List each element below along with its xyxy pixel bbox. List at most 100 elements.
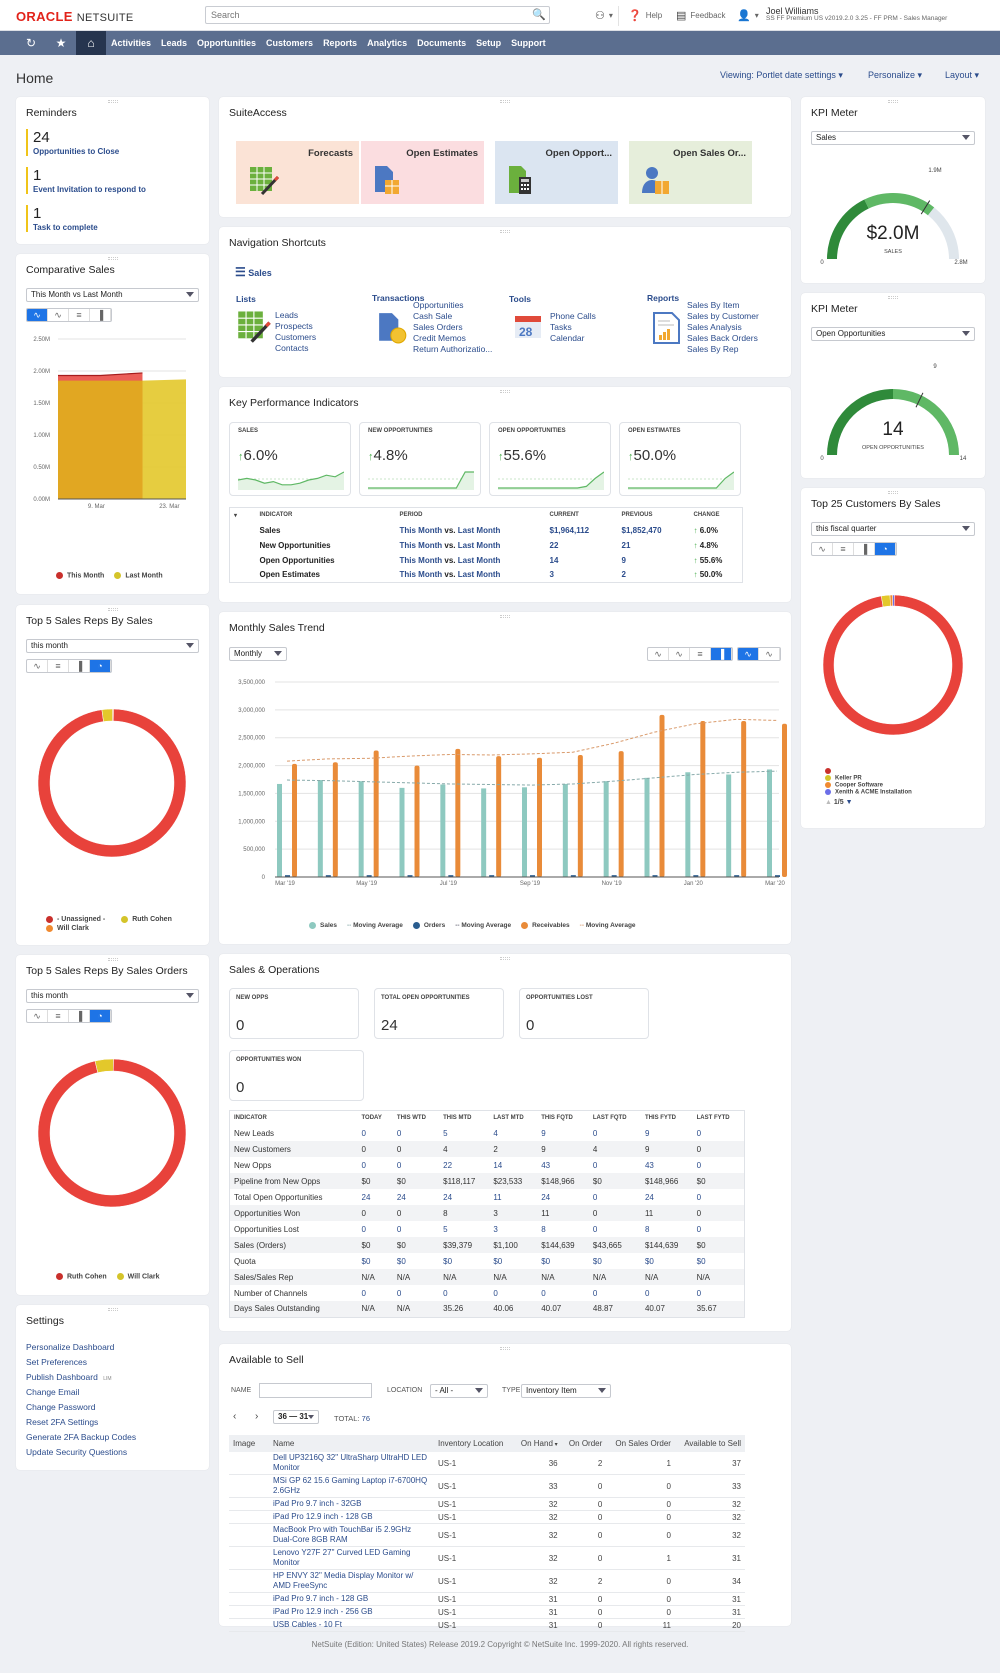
- legend-prev-icon[interactable]: ▲: [825, 799, 832, 806]
- reminder-item[interactable]: 1 Task to complete: [26, 205, 98, 232]
- value-link[interactable]: 0: [693, 1189, 745, 1205]
- line-chart-icon[interactable]: ∿: [48, 309, 69, 321]
- drag-handle[interactable]: [107, 958, 118, 961]
- legend-item[interactable]: Cooper Software: [825, 782, 912, 789]
- shortcut-sales-analysis-link[interactable]: Sales Analysis: [687, 322, 759, 333]
- drag-handle[interactable]: [500, 230, 510, 233]
- drag-handle[interactable]: [500, 1347, 510, 1350]
- previous-value-link[interactable]: 2: [618, 568, 690, 583]
- value-link[interactable]: 0: [358, 1285, 393, 1301]
- legend-item[interactable]: -- Moving Average: [580, 922, 636, 929]
- location-filter-select[interactable]: - All -: [430, 1384, 488, 1398]
- shortcut-section-sales[interactable]: ☰ Sales: [235, 265, 272, 279]
- value-link[interactable]: 8: [537, 1221, 589, 1237]
- favorites-star-icon[interactable]: ★: [46, 31, 76, 55]
- trendline-off-icon[interactable]: ∿: [759, 648, 780, 660]
- value-link[interactable]: 0: [393, 1221, 439, 1237]
- top5-orders-period-select[interactable]: this month: [26, 989, 199, 1003]
- horizontal-bar-chart-icon[interactable]: ≡: [48, 660, 69, 672]
- legend-item[interactable]: Orders: [412, 922, 445, 929]
- period-b-link[interactable]: Last Month: [458, 556, 501, 565]
- shortcut-contacts-link[interactable]: Contacts: [275, 343, 316, 354]
- area-chart-icon[interactable]: ∿: [27, 309, 48, 321]
- value-link[interactable]: 11: [489, 1189, 537, 1205]
- layout-menu[interactable]: Layout ▾: [945, 70, 979, 81]
- value-link[interactable]: $0: [393, 1253, 439, 1269]
- previous-value-link[interactable]: 9: [618, 553, 690, 568]
- line-chart-icon[interactable]: ∿: [669, 648, 690, 660]
- current-value-link[interactable]: 22: [546, 538, 618, 553]
- pie-chart-icon[interactable]: ◔: [875, 543, 896, 555]
- item-name-link[interactable]: MSi GP 62 15.6 Gaming Laptop i7-6700HQ 2…: [269, 1474, 434, 1498]
- line-chart-icon[interactable]: ∿: [27, 660, 48, 672]
- value-link[interactable]: 0: [693, 1221, 745, 1237]
- horizontal-bar-chart-icon[interactable]: ≡: [48, 1010, 69, 1022]
- nav-opportunities[interactable]: Opportunities: [192, 31, 261, 55]
- value-link[interactable]: $0: [589, 1253, 641, 1269]
- column-chart-icon[interactable]: ▐: [69, 660, 90, 672]
- value-link[interactable]: 43: [641, 1157, 693, 1173]
- so-box-new-opps[interactable]: NEW OPPS 0: [229, 988, 359, 1039]
- home-icon[interactable]: ⌂: [76, 31, 106, 55]
- suiteaccess-tile-forecasts[interactable]: Forecasts: [236, 141, 359, 204]
- value-link[interactable]: 0: [439, 1285, 489, 1301]
- drag-handle[interactable]: [107, 100, 118, 103]
- value-link[interactable]: 24: [537, 1189, 589, 1205]
- column-chart-icon[interactable]: ▐: [69, 1010, 90, 1022]
- monthly-trend-period-select[interactable]: Monthly: [229, 647, 287, 661]
- period-a-link[interactable]: This Month: [400, 541, 443, 550]
- item-name-link[interactable]: USB Cables - 10 Ft: [269, 1618, 434, 1632]
- set-preferences-link[interactable]: Set Preferences: [26, 1357, 87, 1367]
- smooth-trendline-icon[interactable]: ∿: [738, 648, 759, 660]
- nav-support[interactable]: Support: [506, 31, 551, 55]
- value-link[interactable]: $0: [489, 1253, 537, 1269]
- current-value-link[interactable]: 3: [546, 568, 618, 583]
- item-name-link[interactable]: iPad Pro 12.9 inch - 256 GB: [269, 1605, 434, 1619]
- horizontal-bar-chart-icon[interactable]: ≡: [69, 309, 90, 321]
- value-link[interactable]: 0: [537, 1285, 589, 1301]
- page-range-select[interactable]: 36 — 31: [273, 1410, 319, 1424]
- period-a-link[interactable]: This Month: [400, 570, 443, 579]
- legend-item[interactable]: - Unassigned -: [46, 915, 105, 923]
- value-link[interactable]: 0: [589, 1189, 641, 1205]
- value-link[interactable]: 0: [393, 1285, 439, 1301]
- nav-customers[interactable]: Customers: [261, 31, 318, 55]
- value-link[interactable]: $0: [358, 1253, 393, 1269]
- legend-next-icon[interactable]: ▼: [846, 799, 853, 806]
- global-search-input[interactable]: [205, 6, 550, 24]
- personalize-dashboard-link[interactable]: Personalize Dashboard: [26, 1342, 114, 1352]
- value-link[interactable]: 0: [693, 1157, 745, 1173]
- period-b-link[interactable]: Last Month: [458, 541, 501, 550]
- type-filter-select[interactable]: Inventory Item: [521, 1384, 611, 1398]
- column-chart-icon[interactable]: ▐: [854, 543, 875, 555]
- value-link[interactable]: $0: [537, 1253, 589, 1269]
- user-menu-button[interactable]: 👤 ▾: [737, 9, 759, 22]
- drag-handle[interactable]: [888, 296, 898, 299]
- help-button[interactable]: ❓ Help: [628, 9, 662, 22]
- item-name-link[interactable]: Lenovo Y27F 27" Curved LED Gaming Monito…: [269, 1546, 434, 1570]
- pie-chart-icon[interactable]: ◔: [90, 660, 111, 672]
- value-link[interactable]: 0: [358, 1125, 393, 1141]
- comparative-sales-period-select[interactable]: This Month vs Last Month: [26, 288, 199, 302]
- nav-leads[interactable]: Leads: [156, 31, 192, 55]
- reset-2fa-link[interactable]: Reset 2FA Settings: [26, 1417, 98, 1427]
- kpi-meter-opps-select[interactable]: Open Opportunities: [811, 327, 975, 341]
- reminder-label[interactable]: Event Invitation to respond to: [33, 185, 146, 194]
- column-chart-icon[interactable]: ▐: [90, 309, 111, 321]
- value-link[interactable]: $0: [641, 1253, 693, 1269]
- shortcut-cash-sale-link[interactable]: Cash Sale: [413, 311, 492, 322]
- generate-2fa-codes-link[interactable]: Generate 2FA Backup Codes: [26, 1432, 136, 1442]
- drag-handle[interactable]: [500, 100, 510, 103]
- value-link[interactable]: 0: [589, 1157, 641, 1173]
- drag-handle[interactable]: [888, 491, 898, 494]
- area-chart-icon[interactable]: ∿: [648, 648, 669, 660]
- legend-item[interactable]: This Month: [56, 572, 104, 579]
- legend-item[interactable]: -- Moving Average: [347, 922, 403, 929]
- publish-dashboard-link[interactable]: Publish Dashboard LIM: [26, 1372, 112, 1382]
- user-info[interactable]: Joel Williams SS FF Premium US v2019.2.0…: [766, 7, 947, 23]
- drag-handle[interactable]: [500, 957, 510, 960]
- item-name-link[interactable]: iPad Pro 9.7 inch - 128 GB: [269, 1592, 434, 1606]
- next-page-button[interactable]: ›: [255, 1411, 258, 1422]
- legend-item[interactable]: [825, 768, 912, 775]
- drag-handle[interactable]: [500, 390, 510, 393]
